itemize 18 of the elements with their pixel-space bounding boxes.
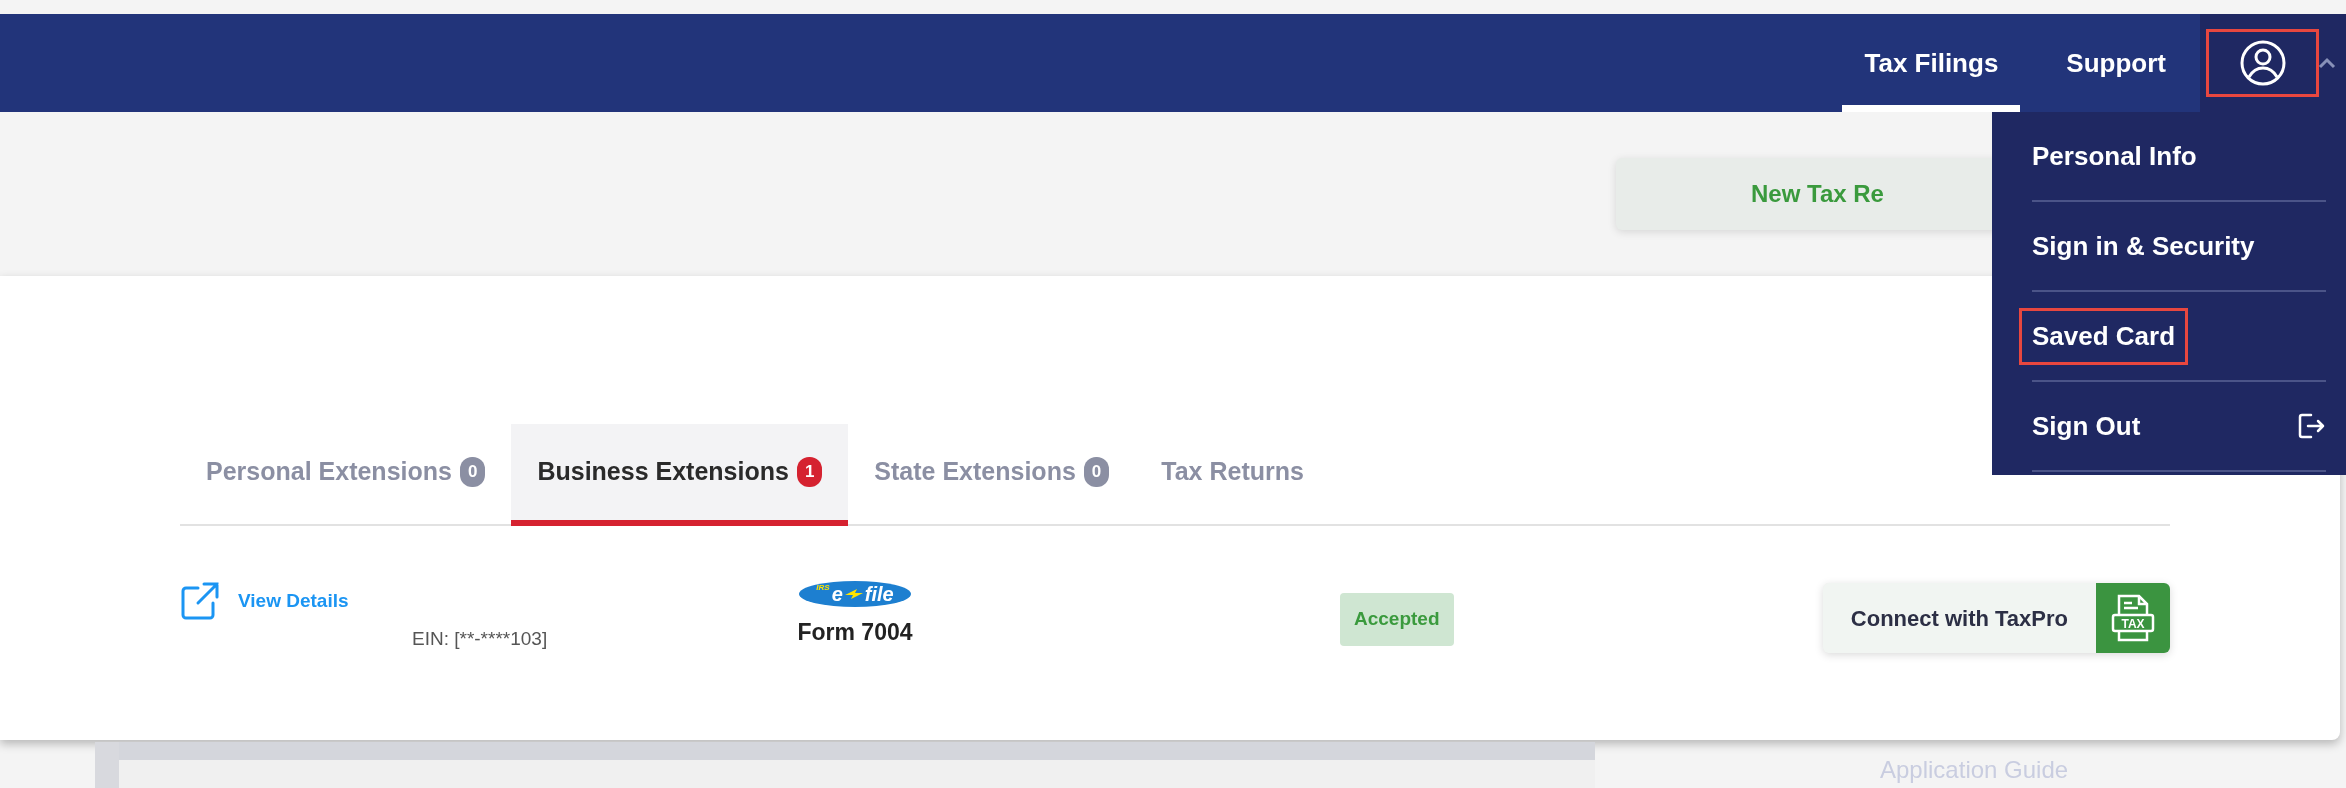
external-link-icon — [180, 581, 220, 621]
count-badge: 1 — [796, 457, 823, 487]
status-badge: Accepted — [1340, 593, 1454, 646]
connect-taxpro-button[interactable]: Connect with TaxPro TAX — [1822, 583, 2170, 653]
menu-item[interactable]: Sign Out — [2019, 397, 2154, 455]
user-icon — [2239, 40, 2286, 86]
caret-icon — [2317, 56, 2337, 70]
ein-text: EIN: [**-****103] — [412, 627, 548, 651]
profile-button[interactable] — [2206, 29, 2319, 97]
tab[interactable]: Business Extensions 1 — [511, 424, 849, 526]
menu-item[interactable]: Personal Info — [2019, 127, 2210, 185]
sign-out-icon — [2296, 411, 2326, 441]
count-badge: 0 — [1083, 457, 1110, 487]
menu-item[interactable]: Sign in & Security — [2019, 217, 2268, 275]
menu-item[interactable]: Saved Card — [2019, 307, 2189, 365]
count-badge: 0 — [459, 457, 486, 487]
nav-link[interactable]: Support — [2044, 14, 2188, 112]
form-name: Form 7004 — [797, 618, 913, 647]
